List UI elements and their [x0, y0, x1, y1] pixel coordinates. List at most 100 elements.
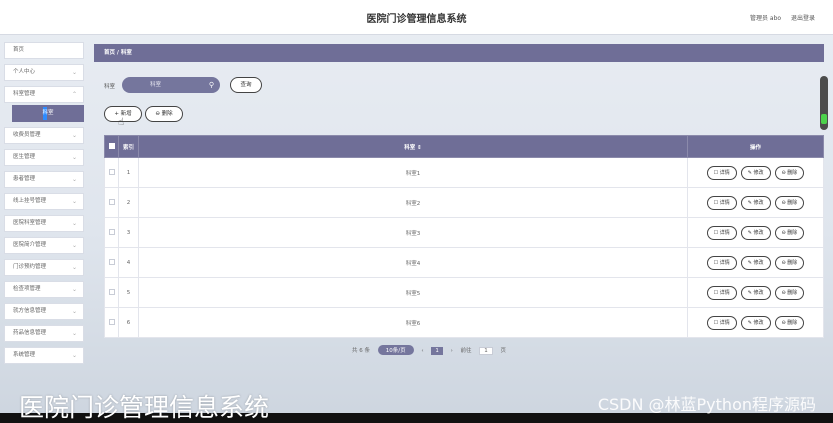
sidebar-item-label: 患者管理: [13, 176, 36, 182]
page-size-select[interactable]: 10条/页: [377, 345, 414, 355]
sidebar-item-doctor[interactable]: 医生管理 ⌄: [4, 149, 84, 166]
delete-button[interactable]: ⊖ 删除: [774, 255, 805, 270]
logout-link[interactable]: 退出登录: [791, 15, 815, 22]
row-checkbox[interactable]: [104, 187, 119, 218]
overlay-caption: 医院门诊管理信息系统: [19, 393, 270, 422]
row-index: 6: [118, 307, 139, 338]
detail-button[interactable]: ☐ 详情: [706, 255, 737, 270]
row-department-name: 科室5: [138, 277, 688, 308]
sidebar-item-appointment[interactable]: 门诊预约管理 ⌄: [4, 259, 84, 276]
sidebar-item-hospital-intro[interactable]: 医院简介管理 ⌄: [4, 237, 84, 254]
chevron-up-icon: ⌃: [71, 91, 77, 98]
search-input[interactable]: 科室 ⚲: [122, 77, 220, 93]
goto-suffix: 页: [500, 348, 507, 354]
department-table: 索引 科室 ⇕ 操作 1 科室1 ☐ 详情 ✎ 修改 ⊖ 删除 2 科室2 ☐ 详情…: [104, 135, 824, 338]
chevron-down-icon: ⌄: [71, 69, 77, 76]
chevron-down-icon: ⌄: [71, 176, 77, 183]
column-header-department[interactable]: 科室 ⇕: [138, 135, 688, 158]
sidebar-subitem-label: 科室: [42, 110, 54, 116]
sidebar-item-patient[interactable]: 患者管理 ⌄: [4, 171, 84, 188]
sidebar-item-profile[interactable]: 个人中心 ⌄: [4, 64, 84, 81]
sidebar-item-home[interactable]: 首页: [4, 42, 84, 59]
edit-button[interactable]: ✎ 修改: [740, 285, 771, 300]
row-checkbox[interactable]: [104, 277, 119, 308]
sidebar-item-department[interactable]: 科室管理 ⌃: [4, 86, 84, 103]
delete-button[interactable]: ⊖ 删除: [774, 315, 805, 330]
table-row: 1 科室1 ☐ 详情 ✎ 修改 ⊖ 删除: [104, 157, 824, 188]
row-checkbox[interactable]: [104, 217, 119, 248]
sidebar-item-label: 医院简介管理: [13, 242, 47, 248]
sidebar-item-prescription[interactable]: 就方信息管理 ⌄: [4, 303, 84, 320]
edit-button[interactable]: ✎ 修改: [740, 255, 771, 270]
column-header-index: 索引: [118, 135, 139, 158]
scrollbar-indicator: [821, 114, 827, 124]
edit-button[interactable]: ✎ 修改: [740, 225, 771, 240]
detail-button[interactable]: ☐ 详情: [706, 165, 737, 180]
row-actions: ☐ 详情 ✎ 修改 ⊖ 删除: [687, 157, 824, 188]
top-header: 医院门诊管理信息系统 管理员 abo 退出登录: [0, 0, 833, 35]
sidebar-subitem-department[interactable]: 科室: [12, 105, 84, 122]
watermark-text: CSDN @林蓝Python程序源码: [597, 395, 816, 414]
row-department-name: 科室6: [138, 307, 688, 338]
detail-button[interactable]: ☐ 详情: [706, 315, 737, 330]
row-index: 1: [118, 157, 139, 188]
next-page-button[interactable]: ›: [451, 348, 453, 354]
sidebar-item-system[interactable]: 系统管理 ⌄: [4, 347, 84, 364]
edit-button[interactable]: ✎ 修改: [740, 165, 771, 180]
row-checkbox[interactable]: [104, 157, 119, 188]
row-checkbox[interactable]: [104, 307, 119, 338]
row-actions: ☐ 详情 ✎ 修改 ⊖ 删除: [687, 187, 824, 218]
row-department-name: 科室3: [138, 217, 688, 248]
delete-button[interactable]: ⊖ 删除: [774, 195, 805, 210]
batch-delete-button[interactable]: ⊖ 删除: [145, 106, 183, 122]
sidebar-item-online-registration[interactable]: 线上挂号管理 ⌄: [4, 193, 84, 210]
select-all-checkbox[interactable]: [104, 135, 119, 158]
sidebar-item-medicine[interactable]: 药品信息管理 ⌄: [4, 325, 84, 342]
chevron-down-icon: ⌄: [71, 352, 77, 359]
hand-cursor-icon: ☝: [118, 117, 125, 128]
row-index: 2: [118, 187, 139, 218]
table-header-row: 索引 科室 ⇕ 操作: [104, 135, 824, 158]
sidebar-item-hospital-department[interactable]: 医院科室管理 ⌄: [4, 215, 84, 232]
row-actions: ☐ 详情 ✎ 修改 ⊖ 删除: [687, 277, 824, 308]
chevron-down-icon: ⌄: [71, 220, 77, 227]
sidebar-item-label: 门诊预约管理: [13, 264, 47, 270]
pagination: 共 6 条 10条/页 ‹ 1 › 前往 1 页: [352, 345, 512, 355]
goto-page-input[interactable]: 1: [479, 347, 493, 355]
table-row: 2 科室2 ☐ 详情 ✎ 修改 ⊖ 删除: [104, 187, 824, 218]
prev-page-button[interactable]: ‹: [421, 348, 423, 354]
sidebar-item-label: 收费员管理: [13, 132, 41, 138]
chevron-down-icon: ⌄: [71, 242, 77, 249]
page-number-current[interactable]: 1: [431, 347, 443, 355]
chevron-down-icon: ⌄: [71, 308, 77, 315]
sidebar-item-label: 检查项管理: [13, 286, 41, 292]
delete-button[interactable]: ⊖ 删除: [774, 165, 805, 180]
sidebar-item-label: 系统管理: [13, 352, 36, 358]
chevron-down-icon: ⌄: [71, 198, 77, 205]
sidebar-item-label: 科室管理: [13, 91, 36, 97]
pagination-total: 共 6 条: [352, 348, 370, 354]
row-checkbox[interactable]: [104, 247, 119, 278]
search-label: 科室: [104, 84, 116, 90]
breadcrumb: 首页 / 科室: [94, 44, 824, 62]
delete-button[interactable]: ⊖ 删除: [774, 285, 805, 300]
row-index: 4: [118, 247, 139, 278]
edit-button[interactable]: ✎ 修改: [740, 195, 771, 210]
chevron-down-icon: ⌄: [71, 154, 77, 161]
detail-button[interactable]: ☐ 详情: [706, 195, 737, 210]
goto-label: 前往: [460, 348, 472, 354]
detail-button[interactable]: ☐ 详情: [706, 285, 737, 300]
delete-button[interactable]: ⊖ 删除: [774, 225, 805, 240]
sidebar-item-cashier[interactable]: 收费员管理 ⌄: [4, 127, 84, 144]
table-row: 5 科室5 ☐ 详情 ✎ 修改 ⊖ 删除: [104, 277, 824, 308]
detail-button[interactable]: ☐ 详情: [706, 225, 737, 240]
column-header-actions: 操作: [687, 135, 824, 158]
scrollbar-thumb[interactable]: [820, 76, 828, 130]
row-actions: ☐ 详情 ✎ 修改 ⊖ 删除: [687, 217, 824, 248]
row-department-name: 科室1: [138, 157, 688, 188]
edit-button[interactable]: ✎ 修改: [740, 315, 771, 330]
sidebar-item-exam[interactable]: 检查项管理 ⌄: [4, 281, 84, 298]
table-row: 6 科室6 ☐ 详情 ✎ 修改 ⊖ 删除: [104, 307, 824, 338]
main-content: 首页 / 科室 科室 科室 ⚲ 查询 + 新增 ⊖ 删除 ☝ 索引 科室 ⇕ 操…: [94, 44, 824, 355]
search-button[interactable]: 查询: [230, 77, 262, 93]
